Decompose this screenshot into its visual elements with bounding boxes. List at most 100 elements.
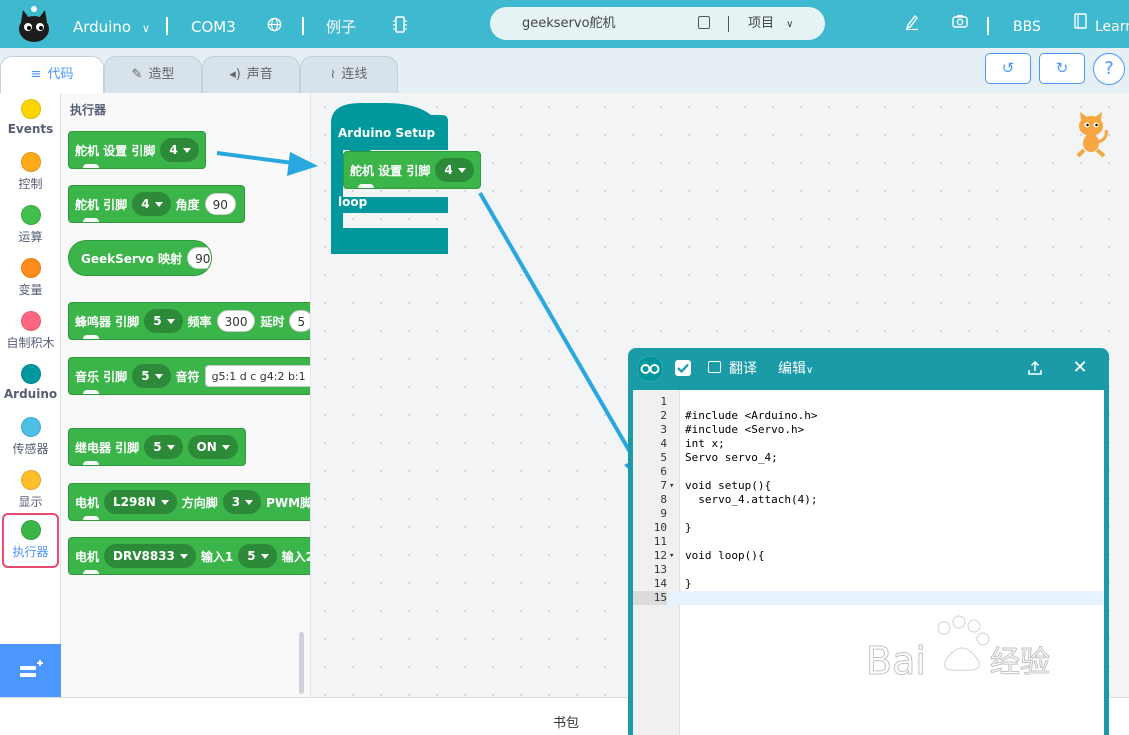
category-actuators[interactable]: 执行器 xyxy=(2,513,59,568)
pencil-icon[interactable] xyxy=(905,14,919,30)
line-number: 3 xyxy=(660,423,667,436)
close-icon[interactable]: ✕ xyxy=(1072,358,1088,378)
code-line[interactable]: 1 xyxy=(633,395,1104,409)
notes-label: 音符 xyxy=(175,369,200,384)
examples-menu[interactable]: 例子 xyxy=(326,0,356,48)
pin-dropdown[interactable]: 5 xyxy=(132,364,171,388)
undo-button[interactable]: ↺ xyxy=(985,53,1031,84)
code-line[interactable]: 9 xyxy=(633,507,1104,521)
block-buzzer[interactable]: 蜂鸣器 引脚 5 频率 300 延时 5 xyxy=(68,302,310,340)
category-variables[interactable]: 变量 xyxy=(0,258,61,298)
code-line[interactable]: 11 xyxy=(633,535,1104,549)
block-motor-l298n[interactable]: 电机 L298N 方向脚 3 PWM脚 xyxy=(68,483,310,521)
globe-icon[interactable] xyxy=(267,17,282,32)
state-value: ON xyxy=(196,440,217,454)
board-selector[interactable]: Arduino ∨ xyxy=(73,0,150,48)
code-line[interactable]: 4 int x; xyxy=(633,437,1104,451)
tab-sounds[interactable]: ◂) 声音 xyxy=(202,56,300,94)
fold-marker[interactable]: ▾ xyxy=(669,549,677,563)
line-number: 11 xyxy=(653,535,667,548)
generate-code-checkbox[interactable] xyxy=(675,360,691,376)
line-number: 7 xyxy=(660,479,667,492)
direction-pin-dropdown[interactable]: 3 xyxy=(222,490,262,514)
category-my-blocks[interactable]: 自制积木 xyxy=(0,311,61,351)
code-line[interactable]: 8 servo_4.attach(4); xyxy=(633,493,1104,507)
direction-pin-value: 3 xyxy=(231,495,241,509)
camera-icon[interactable] xyxy=(952,14,968,28)
project-name-input[interactable]: geekservo舵机 xyxy=(522,7,616,40)
mascot-logo[interactable] xyxy=(14,4,54,44)
block-relay[interactable]: 继电器 引脚 5 ON xyxy=(68,428,246,466)
category-arduino[interactable]: Arduino xyxy=(0,364,61,401)
angle-input[interactable]: 90 xyxy=(204,193,236,215)
block-music[interactable]: 音乐 引脚 5 音符 g5:1 d c g4:2 b:1 xyxy=(68,357,310,395)
code-line[interactable]: 6 xyxy=(633,465,1104,479)
line-number: 15 xyxy=(633,591,667,605)
tab-wiring[interactable]: ≀ 连线 xyxy=(300,56,398,94)
checkmark-icon xyxy=(677,363,689,374)
code-line[interactable]: 10} xyxy=(633,521,1104,535)
line-number: 2 xyxy=(660,409,667,422)
caret-down-icon xyxy=(457,167,466,173)
terminal-icon xyxy=(708,361,721,373)
block-servo-set-pin[interactable]: 舵机 设置 引脚 4 xyxy=(68,131,206,169)
workspace-servo-block[interactable]: 舵机 设置 引脚 4 xyxy=(343,151,481,189)
block-geekservo-map[interactable]: GeekServo 映射 90 xyxy=(68,240,212,276)
code-line[interactable]: 5 Servo servo_4; xyxy=(633,451,1104,465)
pin-dropdown[interactable]: 4 xyxy=(160,138,199,162)
driver-dropdown[interactable]: DRV8833 xyxy=(104,544,196,568)
state-dropdown[interactable]: ON xyxy=(187,435,238,459)
line-number: 5 xyxy=(660,451,667,464)
line-number: 14 xyxy=(653,577,667,590)
tab-code[interactable]: ≡ 代码 xyxy=(0,56,104,96)
code-line[interactable]: 7 ▾ void setup(){ xyxy=(633,479,1104,493)
code-text: } xyxy=(685,577,692,590)
tab-costumes[interactable]: ✎ 造型 xyxy=(104,56,202,94)
category-display[interactable]: 显示 xyxy=(0,470,61,510)
category-operators[interactable]: 运算 xyxy=(0,205,61,245)
frequency-input[interactable]: 300 xyxy=(216,310,256,332)
category-sensors[interactable]: 传感器 xyxy=(0,417,61,457)
fold-marker[interactable]: ▾ xyxy=(669,479,677,493)
learn-link[interactable]: Learn xyxy=(1095,0,1129,48)
code-line[interactable]: 13 xyxy=(633,563,1104,577)
category-dot xyxy=(20,364,41,384)
input1-dropdown[interactable]: 5 xyxy=(238,544,277,568)
driver-dropdown[interactable]: L298N xyxy=(104,490,177,514)
block-servo-angle[interactable]: 舵机 引脚 4 角度 90 xyxy=(68,185,245,223)
port-selector[interactable]: COM3 xyxy=(191,0,236,48)
category-events[interactable]: Events xyxy=(0,99,61,136)
pin-dropdown[interactable]: 5 xyxy=(144,309,183,333)
editor-tab-row: ≡ 代码 ✎ 造型 ◂) 声音 ≀ 连线 xyxy=(0,48,1129,96)
code-line[interactable]: 2 #include <Arduino.h> xyxy=(633,409,1104,423)
caret-down-icon xyxy=(179,553,188,559)
pin-dropdown[interactable]: 4 xyxy=(435,158,474,182)
pin-dropdown[interactable]: 5 xyxy=(144,435,183,459)
frequency-label: 频率 xyxy=(187,314,212,329)
notes-input[interactable]: g5:1 d c g4:2 b:1 xyxy=(204,365,310,387)
edit-menu[interactable]: 编辑∨ xyxy=(778,348,813,392)
code-line[interactable]: 15 xyxy=(633,591,1104,605)
delay-input[interactable]: 5 xyxy=(289,310,310,332)
category-control[interactable]: 控制 xyxy=(0,152,61,192)
bbs-link[interactable]: BBS xyxy=(1013,0,1041,48)
line-number: 4 xyxy=(660,437,667,450)
project-menu[interactable]: 项目 ∨ xyxy=(748,7,793,41)
line-number: 6 xyxy=(660,465,667,478)
category-dot xyxy=(20,205,41,225)
save-icon[interactable] xyxy=(698,16,710,29)
add-extension-button[interactable] xyxy=(0,644,61,697)
code-line[interactable]: 12 ▾ void loop(){ xyxy=(633,549,1104,563)
block-motor-drv8833[interactable]: 电机 DRV8833 输入1 5 输入2 xyxy=(68,537,310,575)
redo-button[interactable]: ↻ xyxy=(1039,53,1085,84)
chip-icon[interactable] xyxy=(393,16,407,33)
code-line[interactable]: 14} xyxy=(633,577,1104,591)
code-line[interactable]: 3 #include <Servo.h> xyxy=(633,423,1104,437)
cat-sprite-icon[interactable] xyxy=(1072,112,1110,158)
help-button[interactable]: ? xyxy=(1093,53,1125,85)
palette-scrollbar[interactable] xyxy=(299,632,304,694)
map-value-input[interactable]: 90 xyxy=(187,247,211,269)
pin-dropdown[interactable]: 4 xyxy=(132,192,171,216)
translate-button[interactable]: 翻译 xyxy=(729,348,757,390)
upload-icon[interactable] xyxy=(1028,361,1042,375)
